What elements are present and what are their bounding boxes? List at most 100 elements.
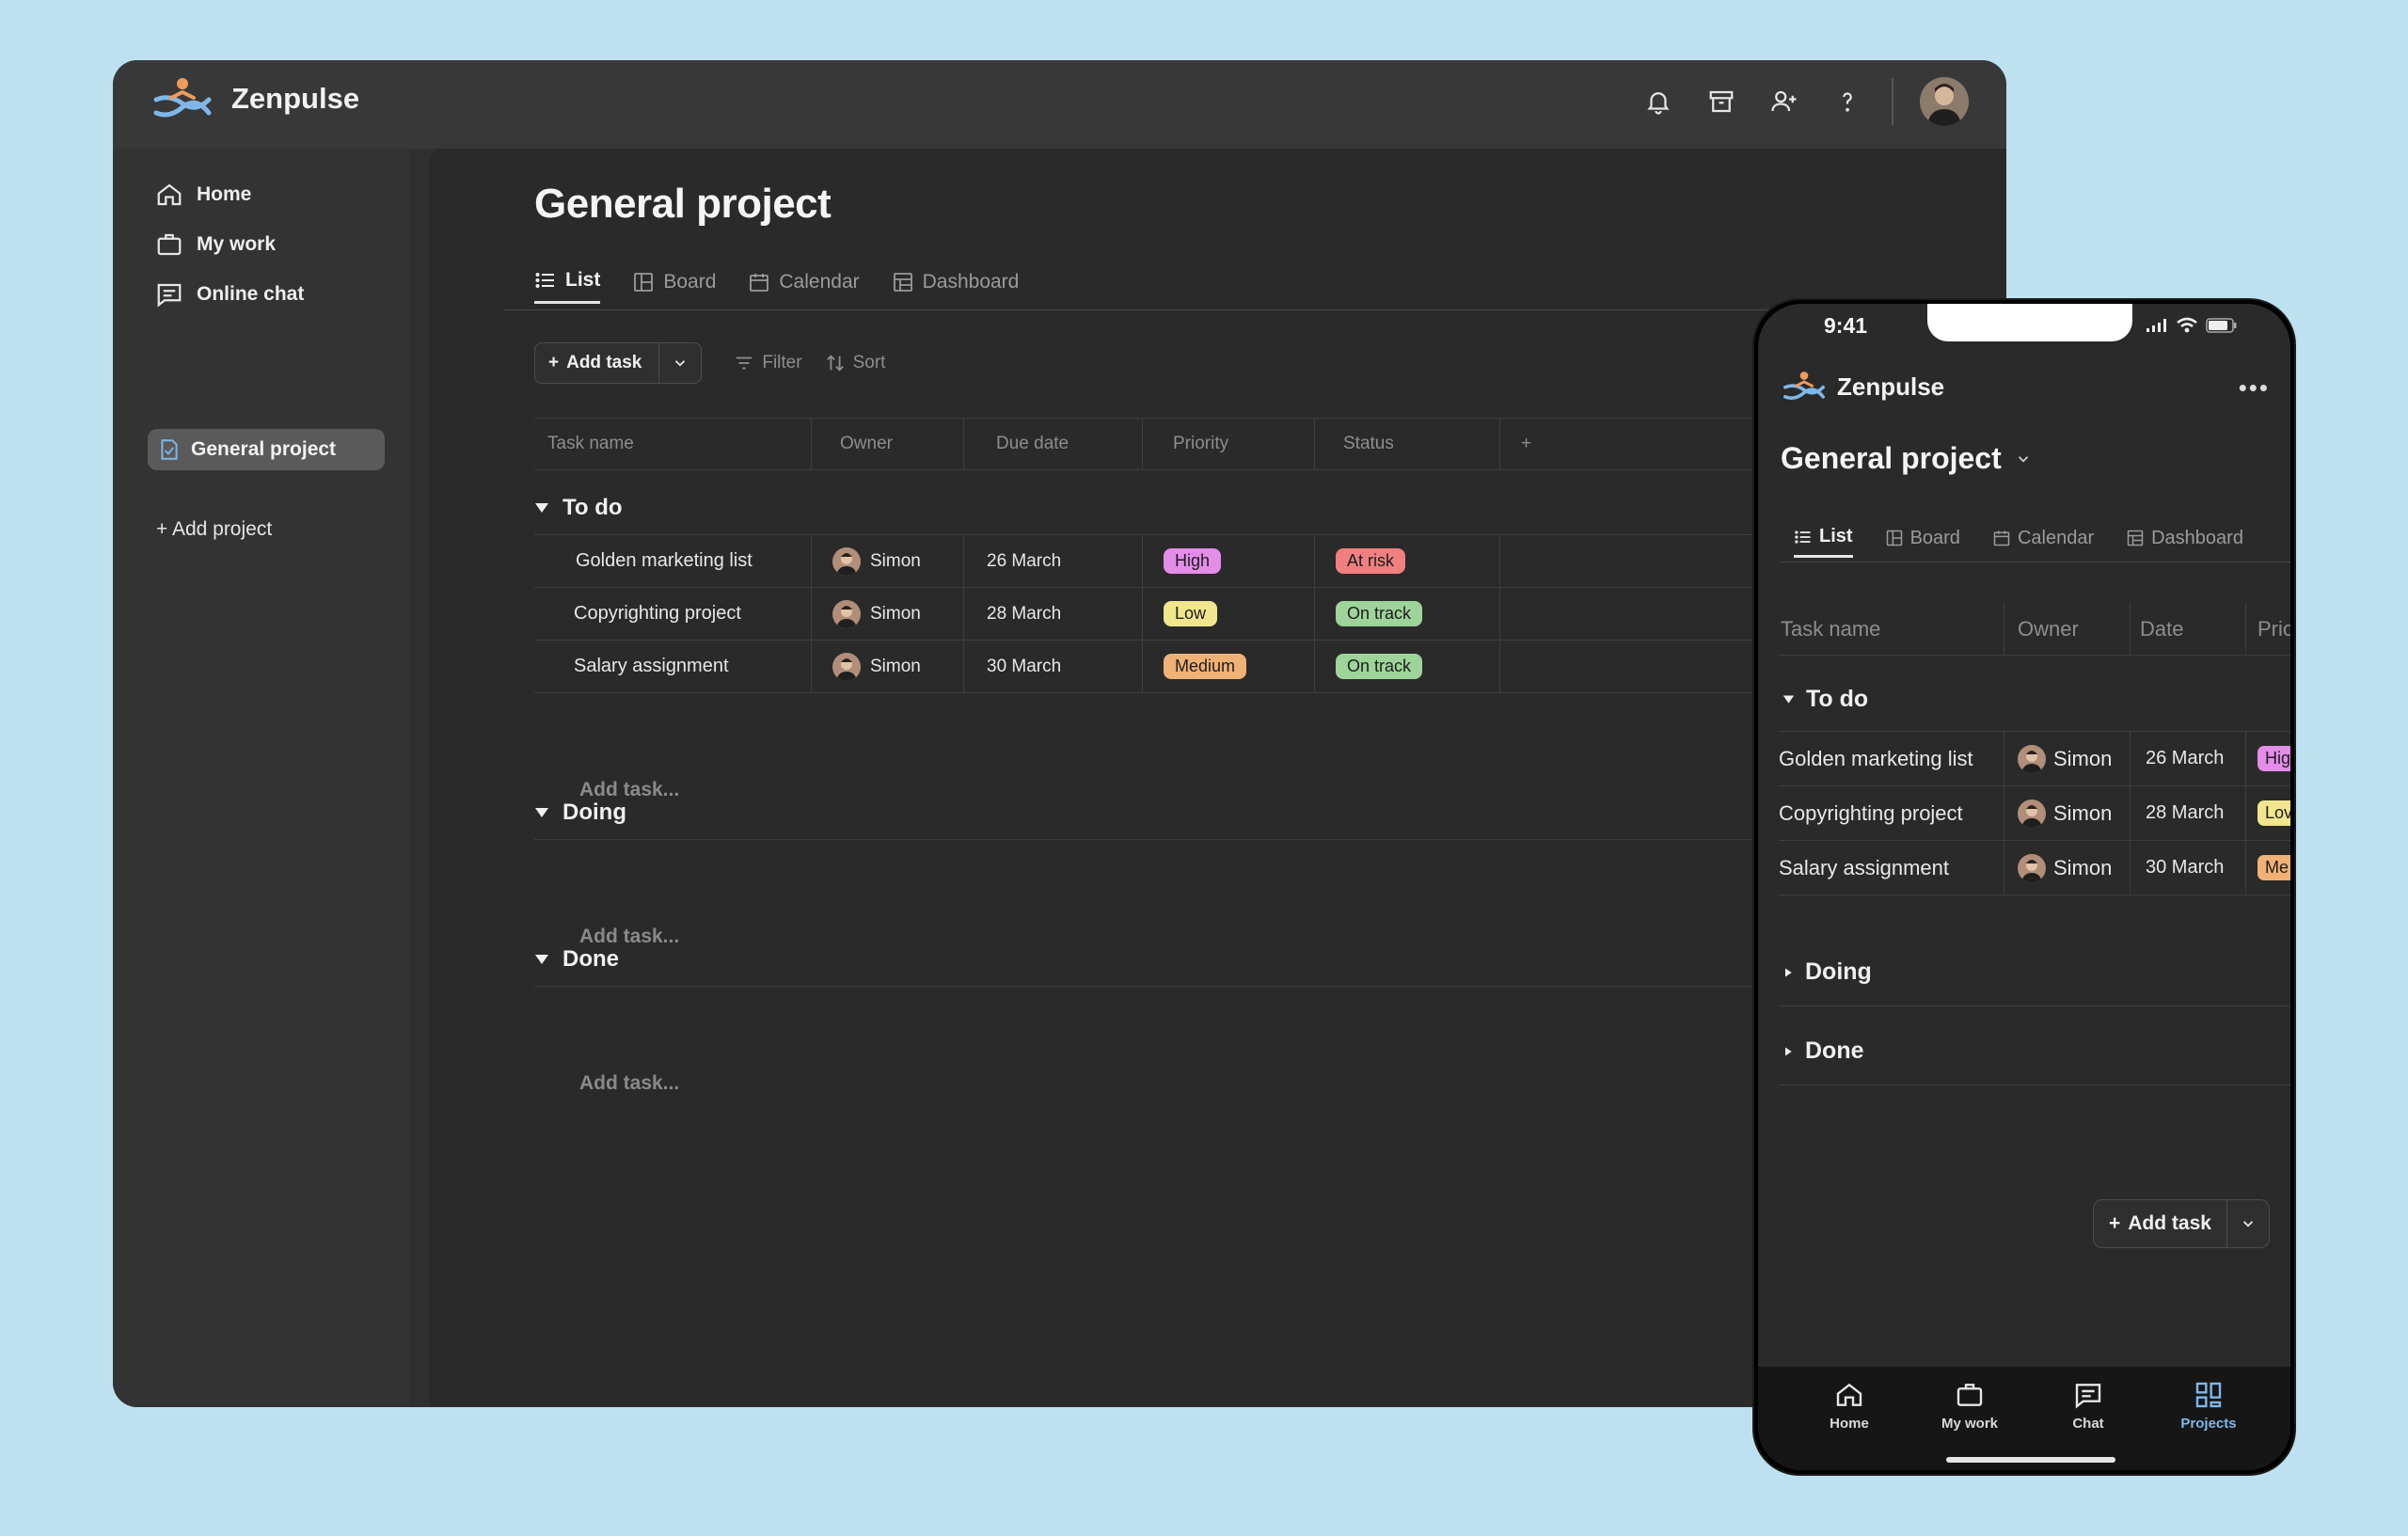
- page-title: General project: [534, 181, 832, 227]
- nav-my-work[interactable]: My work: [1927, 1380, 2012, 1432]
- add-task-inline-done[interactable]: Add task...: [579, 1072, 679, 1095]
- due-date[interactable]: 28 March: [2131, 786, 2246, 840]
- tab-board[interactable]: Board: [1885, 526, 1960, 558]
- task-name[interactable]: Salary assignment: [1779, 841, 2004, 895]
- status-cell[interactable]: On track: [1315, 641, 1500, 692]
- help-icon[interactable]: [1829, 83, 1866, 120]
- header-actions: [1614, 77, 1969, 126]
- brand-name: Zenpulse: [231, 82, 360, 115]
- archive-icon[interactable]: [1703, 83, 1740, 120]
- task-name[interactable]: Copyrighting project: [534, 588, 812, 640]
- tab-calendar[interactable]: Calendar: [748, 269, 860, 304]
- table-row[interactable]: Salary assignment Simon 30 March Me: [1779, 841, 2290, 895]
- column-header-owner[interactable]: Owner: [812, 419, 964, 469]
- task-name[interactable]: Salary assignment: [534, 641, 812, 692]
- group-label: Done: [1805, 1037, 1864, 1064]
- tab-label: Dashboard: [2151, 527, 2243, 548]
- group-label: Done: [562, 946, 619, 972]
- tab-dashboard[interactable]: Dashboard: [892, 269, 1019, 304]
- priority-cell[interactable]: Hig: [2246, 732, 2290, 785]
- brand-logo[interactable]: Zenpulse: [150, 75, 359, 122]
- tab-board[interactable]: Board: [632, 269, 716, 304]
- sidebar-item-home[interactable]: Home: [155, 181, 251, 209]
- bell-icon[interactable]: [1640, 83, 1677, 120]
- sidebar-item-online-chat[interactable]: Online chat: [155, 280, 304, 309]
- filter-label: Filter: [762, 353, 802, 372]
- sort-label: Sort: [852, 353, 886, 372]
- zenpulse-logo-icon: [1781, 370, 1828, 404]
- column-header-date[interactable]: Date: [2131, 603, 2246, 655]
- column-header-priority[interactable]: Prior: [2246, 603, 2290, 655]
- due-date[interactable]: 28 March: [964, 588, 1143, 640]
- column-header-task-name[interactable]: Task name: [1779, 603, 2004, 655]
- more-options-icon[interactable]: •••: [2239, 373, 2270, 403]
- column-header-owner[interactable]: Owner: [2004, 603, 2131, 655]
- tab-list[interactable]: List: [1794, 526, 1853, 558]
- chevron-down-icon[interactable]: [2227, 1200, 2269, 1247]
- add-column-button[interactable]: +: [1500, 419, 1557, 469]
- priority-cell[interactable]: Medium: [1143, 641, 1315, 692]
- owner-name: Simon: [2053, 746, 2113, 770]
- nav-projects[interactable]: Projects: [2166, 1380, 2251, 1432]
- table-row[interactable]: Golden marketing list Simon 26 March Hig: [1779, 732, 2290, 786]
- mobile-project-selector[interactable]: General project: [1781, 441, 2032, 476]
- owner-cell[interactable]: Simon: [2004, 732, 2131, 785]
- group-todo[interactable]: To do: [534, 495, 623, 521]
- sidebar-item-label: My work: [197, 233, 277, 255]
- owner-cell[interactable]: Simon: [812, 535, 964, 587]
- column-header-status[interactable]: Status: [1315, 419, 1500, 469]
- column-header-task-name[interactable]: Task name: [534, 419, 812, 469]
- owner-cell[interactable]: Simon: [812, 588, 964, 640]
- task-name[interactable]: Golden marketing list: [1779, 732, 2004, 785]
- add-project-link[interactable]: + Add project: [156, 518, 272, 541]
- table-row[interactable]: Copyrighting project Simon 28 March Lov: [1779, 786, 2290, 841]
- priority-cell[interactable]: High: [1143, 535, 1315, 587]
- sidebar-item-my-work[interactable]: My work: [155, 230, 276, 259]
- add-task-button[interactable]: + Add task: [535, 343, 660, 383]
- owner-cell[interactable]: Simon: [2004, 786, 2131, 840]
- group-doing[interactable]: Doing: [534, 800, 626, 826]
- chevron-down-icon[interactable]: [659, 343, 701, 383]
- due-date[interactable]: 30 March: [964, 641, 1143, 692]
- due-date[interactable]: 26 March: [2131, 732, 2246, 785]
- priority-cell[interactable]: Low: [1143, 588, 1315, 640]
- tab-label: List: [565, 269, 601, 291]
- owner-cell[interactable]: Simon: [2004, 841, 2131, 895]
- status-cell[interactable]: On track: [1315, 588, 1500, 640]
- nav-home[interactable]: Home: [1807, 1380, 1892, 1432]
- filter-button[interactable]: Filter: [734, 353, 802, 373]
- group-done[interactable]: Done: [1782, 1037, 1864, 1065]
- due-date[interactable]: 30 March: [2131, 841, 2246, 895]
- mobile-brand-logo[interactable]: Zenpulse: [1781, 370, 1944, 404]
- tab-list[interactable]: List: [534, 269, 601, 304]
- add-task-inline-doing[interactable]: Add task...: [579, 926, 679, 948]
- nav-chat[interactable]: Chat: [2046, 1380, 2131, 1432]
- column-header-priority[interactable]: Priority: [1143, 419, 1315, 469]
- due-date[interactable]: 26 March: [964, 535, 1143, 587]
- group-done[interactable]: Done: [534, 946, 619, 973]
- sort-button[interactable]: Sort: [825, 353, 886, 373]
- priority-cell[interactable]: Lov: [2246, 786, 2290, 840]
- tab-dashboard[interactable]: Dashboard: [2126, 526, 2243, 558]
- owner-cell[interactable]: Simon: [812, 641, 964, 692]
- sidebar-item-general-project[interactable]: General project: [148, 429, 385, 470]
- group-todo[interactable]: To do: [1782, 686, 1868, 713]
- avatar: [2018, 744, 2046, 773]
- dashboard-icon: [892, 271, 914, 293]
- owner-name: Simon: [870, 603, 921, 624]
- task-name[interactable]: Golden marketing list: [534, 535, 812, 587]
- add-user-icon[interactable]: [1766, 83, 1803, 120]
- user-avatar[interactable]: [1920, 77, 1969, 126]
- priority-cell[interactable]: Me: [2246, 841, 2290, 895]
- group-doing[interactable]: Doing: [1782, 958, 1872, 986]
- task-name[interactable]: Copyrighting project: [1779, 786, 2004, 840]
- add-task-inline-todo[interactable]: Add task...: [579, 779, 679, 801]
- column-header-due-date[interactable]: Due date: [964, 419, 1143, 469]
- avatar: [832, 652, 861, 681]
- add-task-button[interactable]: + Add task: [2094, 1200, 2227, 1247]
- status-time: 9:41: [1824, 313, 1868, 338]
- status-cell[interactable]: At risk: [1315, 535, 1500, 587]
- owner-name: Simon: [2053, 855, 2113, 879]
- priority-badge: Low: [1164, 601, 1218, 626]
- tab-calendar[interactable]: Calendar: [1992, 526, 2094, 558]
